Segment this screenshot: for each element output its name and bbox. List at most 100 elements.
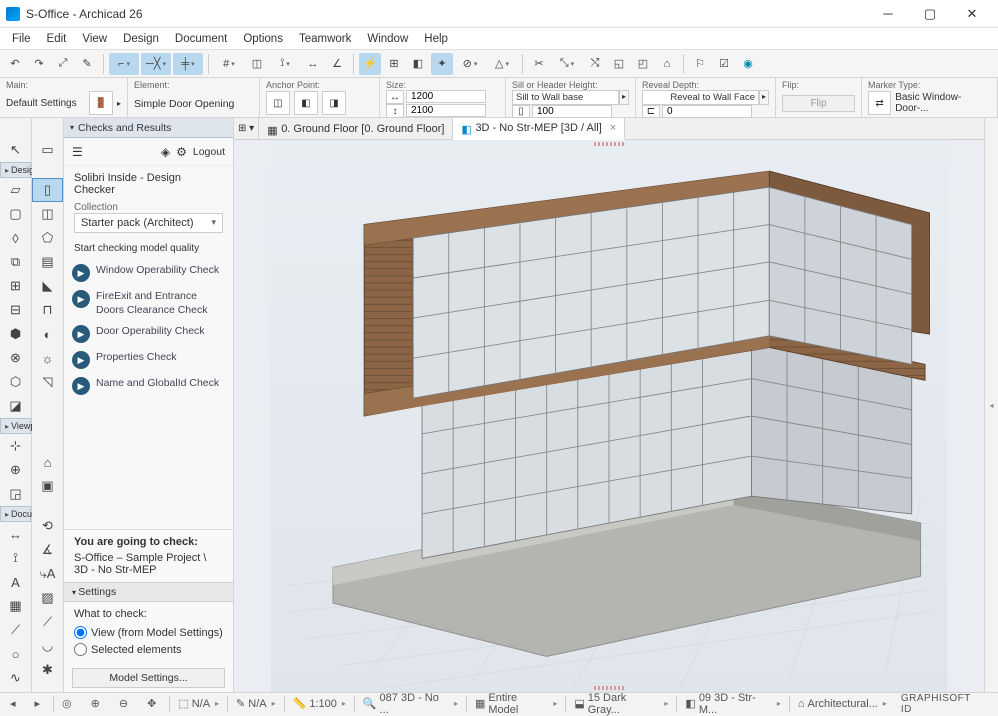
- model-settings-button[interactable]: Model Settings...: [72, 668, 225, 688]
- text-icon[interactable]: A: [0, 570, 31, 594]
- magnet-icon[interactable]: ⚡: [359, 53, 381, 75]
- document-header[interactable]: Document: [0, 506, 31, 522]
- reveal-mode[interactable]: Reveal to Wall Face: [642, 90, 759, 105]
- corner-icon[interactable]: ◹: [32, 370, 63, 394]
- angle-icon[interactable]: ∠: [326, 53, 348, 75]
- marker-value[interactable]: Basic Window-Door-...: [895, 92, 991, 114]
- camera-tool-icon[interactable]: ▣: [32, 474, 63, 498]
- eyedropper-icon[interactable]: ✎: [76, 53, 98, 75]
- viewpoint-header[interactable]: Viewpoint: [0, 418, 31, 434]
- tab-ground-floor[interactable]: ▦0. Ground Floor [0. Ground Floor]: [259, 118, 453, 139]
- tab-grid-icon[interactable]: ⊞ ▾: [234, 118, 259, 139]
- graphisoft-id[interactable]: GRAPHISOFT ID: [895, 693, 994, 714]
- sill-input[interactable]: [532, 105, 612, 118]
- check-window-operability[interactable]: ▶Window Operability Check: [72, 260, 225, 286]
- settings-icon[interactable]: ⚙: [176, 145, 187, 159]
- object-icon[interactable]: ⬡: [0, 370, 31, 394]
- menu-file[interactable]: File: [4, 30, 39, 48]
- right-panel-handle[interactable]: ◂: [984, 118, 998, 692]
- spline-icon[interactable]: ∿: [0, 666, 31, 690]
- height-input[interactable]: [406, 104, 486, 117]
- anchor-opt1-icon[interactable]: ◫: [266, 91, 290, 115]
- default-settings-label[interactable]: Default Settings: [6, 98, 77, 109]
- radial-icon[interactable]: ⟲: [32, 514, 63, 538]
- nav-back-icon[interactable]: ◂: [4, 693, 27, 714]
- check-globalid[interactable]: ▶Name and GlobalId Check: [72, 373, 225, 399]
- diamond-icon[interactable]: ◈: [161, 145, 170, 159]
- angle-dim-icon[interactable]: ∡: [32, 538, 63, 562]
- flag-icon[interactable]: ⚐: [689, 53, 711, 75]
- tab-3d[interactable]: ◧3D - No Str-MEP [3D / All]×: [453, 118, 625, 140]
- flip-button[interactable]: Flip: [782, 95, 855, 112]
- settings-header[interactable]: Settings: [64, 582, 233, 602]
- menu-icon[interactable]: ☰: [72, 145, 83, 159]
- elevation-icon[interactable]: ⊕: [0, 458, 31, 482]
- top-handle[interactable]: [594, 142, 624, 146]
- collection-select[interactable]: Starter pack (Architect): [74, 213, 223, 233]
- minimize-button[interactable]: ─: [868, 2, 908, 26]
- measure-icon[interactable]: ↔: [302, 53, 324, 75]
- pan-icon[interactable]: ✥: [141, 693, 167, 714]
- wall-icon[interactable]: ▱: [0, 178, 31, 202]
- pick-icon[interactable]: ⤢: [52, 53, 74, 75]
- reveal-input[interactable]: [662, 105, 752, 118]
- redo-icon[interactable]: ↷: [28, 53, 50, 75]
- width-input[interactable]: [406, 90, 486, 103]
- circle-icon[interactable]: ○: [0, 642, 31, 666]
- 3d-viewport[interactable]: [234, 140, 984, 692]
- line-tool-icon[interactable]: ─╳: [141, 53, 171, 75]
- tab-close-icon[interactable]: ×: [610, 122, 616, 134]
- suspend-icon[interactable]: △: [487, 53, 517, 75]
- hotspot-icon[interactable]: ✱: [32, 658, 63, 682]
- attach-icon[interactable]: ✦: [431, 53, 453, 75]
- label-icon[interactable]: ⤷A: [32, 562, 63, 586]
- menu-help[interactable]: Help: [416, 30, 456, 48]
- trim-icon[interactable]: ◰: [632, 53, 654, 75]
- checks-header[interactable]: Checks and Results: [64, 118, 233, 138]
- split-icon[interactable]: ◱: [608, 53, 630, 75]
- lamp-icon[interactable]: ☼: [32, 346, 63, 370]
- detail-icon[interactable]: ◲: [0, 482, 31, 506]
- zoom-out-icon[interactable]: ⊖: [113, 693, 139, 714]
- beam-icon[interactable]: ⧉: [0, 250, 31, 274]
- grid-icon[interactable]: #: [214, 53, 244, 75]
- arc-icon[interactable]: ◡: [32, 634, 63, 658]
- opt-selected[interactable]: Selected elements: [74, 641, 223, 658]
- menu-design[interactable]: Design: [115, 30, 167, 48]
- bottom-handle[interactable]: [594, 686, 624, 690]
- fill-icon[interactable]: ▦: [0, 594, 31, 618]
- anchor-opt3-icon[interactable]: ◨: [322, 91, 346, 115]
- arrow-tool-icon[interactable]: ↖: [0, 138, 31, 162]
- menu-document[interactable]: Document: [167, 30, 235, 48]
- door-tool-icon[interactable]: ▯: [32, 178, 63, 202]
- check-door-operability[interactable]: ▶Door Operability Check: [72, 321, 225, 347]
- opt-view[interactable]: View (from Model Settings): [74, 624, 223, 641]
- door-icon[interactable]: 🚪: [89, 91, 113, 115]
- stair-icon[interactable]: ▤: [32, 250, 63, 274]
- cut-elements-icon[interactable]: ✂: [528, 53, 550, 75]
- undo-icon[interactable]: ↶: [4, 53, 26, 75]
- zone-icon[interactable]: ◪: [0, 394, 31, 418]
- hatch-icon[interactable]: ▨: [32, 586, 63, 610]
- worksheet-icon[interactable]: ⌂: [32, 450, 63, 474]
- status-layer[interactable]: ⬓15 Dark Gray...: [568, 693, 674, 714]
- roof-tool-icon[interactable]: ◣: [32, 274, 63, 298]
- wall-tool-icon[interactable]: ⌐: [109, 53, 139, 75]
- anchor-opt2-icon[interactable]: ◧: [294, 91, 318, 115]
- menu-teamwork[interactable]: Teamwork: [291, 30, 359, 48]
- marker-icon[interactable]: ⇄: [868, 91, 891, 115]
- gravity-icon[interactable]: ⊘: [455, 53, 485, 75]
- marquee-tool-icon[interactable]: ▭: [32, 138, 63, 162]
- check-properties[interactable]: ▶Properties Check: [72, 347, 225, 373]
- status-model[interactable]: ▦Entire Model: [469, 693, 563, 714]
- roof-icon[interactable]: ⌂: [656, 53, 678, 75]
- snap-icon[interactable]: ◫: [246, 53, 268, 75]
- skylight-icon[interactable]: ⬠: [32, 226, 63, 250]
- menu-window[interactable]: Window: [359, 30, 416, 48]
- sill-mode[interactable]: Sill to Wall base: [512, 90, 619, 105]
- slab-icon[interactable]: ◊: [0, 226, 31, 250]
- status-view[interactable]: ◧09 3D - Str-M...: [679, 693, 787, 714]
- design-header[interactable]: Design: [0, 162, 31, 178]
- section-icon[interactable]: ⊹: [0, 434, 31, 458]
- mesh-icon[interactable]: ⊞: [0, 274, 31, 298]
